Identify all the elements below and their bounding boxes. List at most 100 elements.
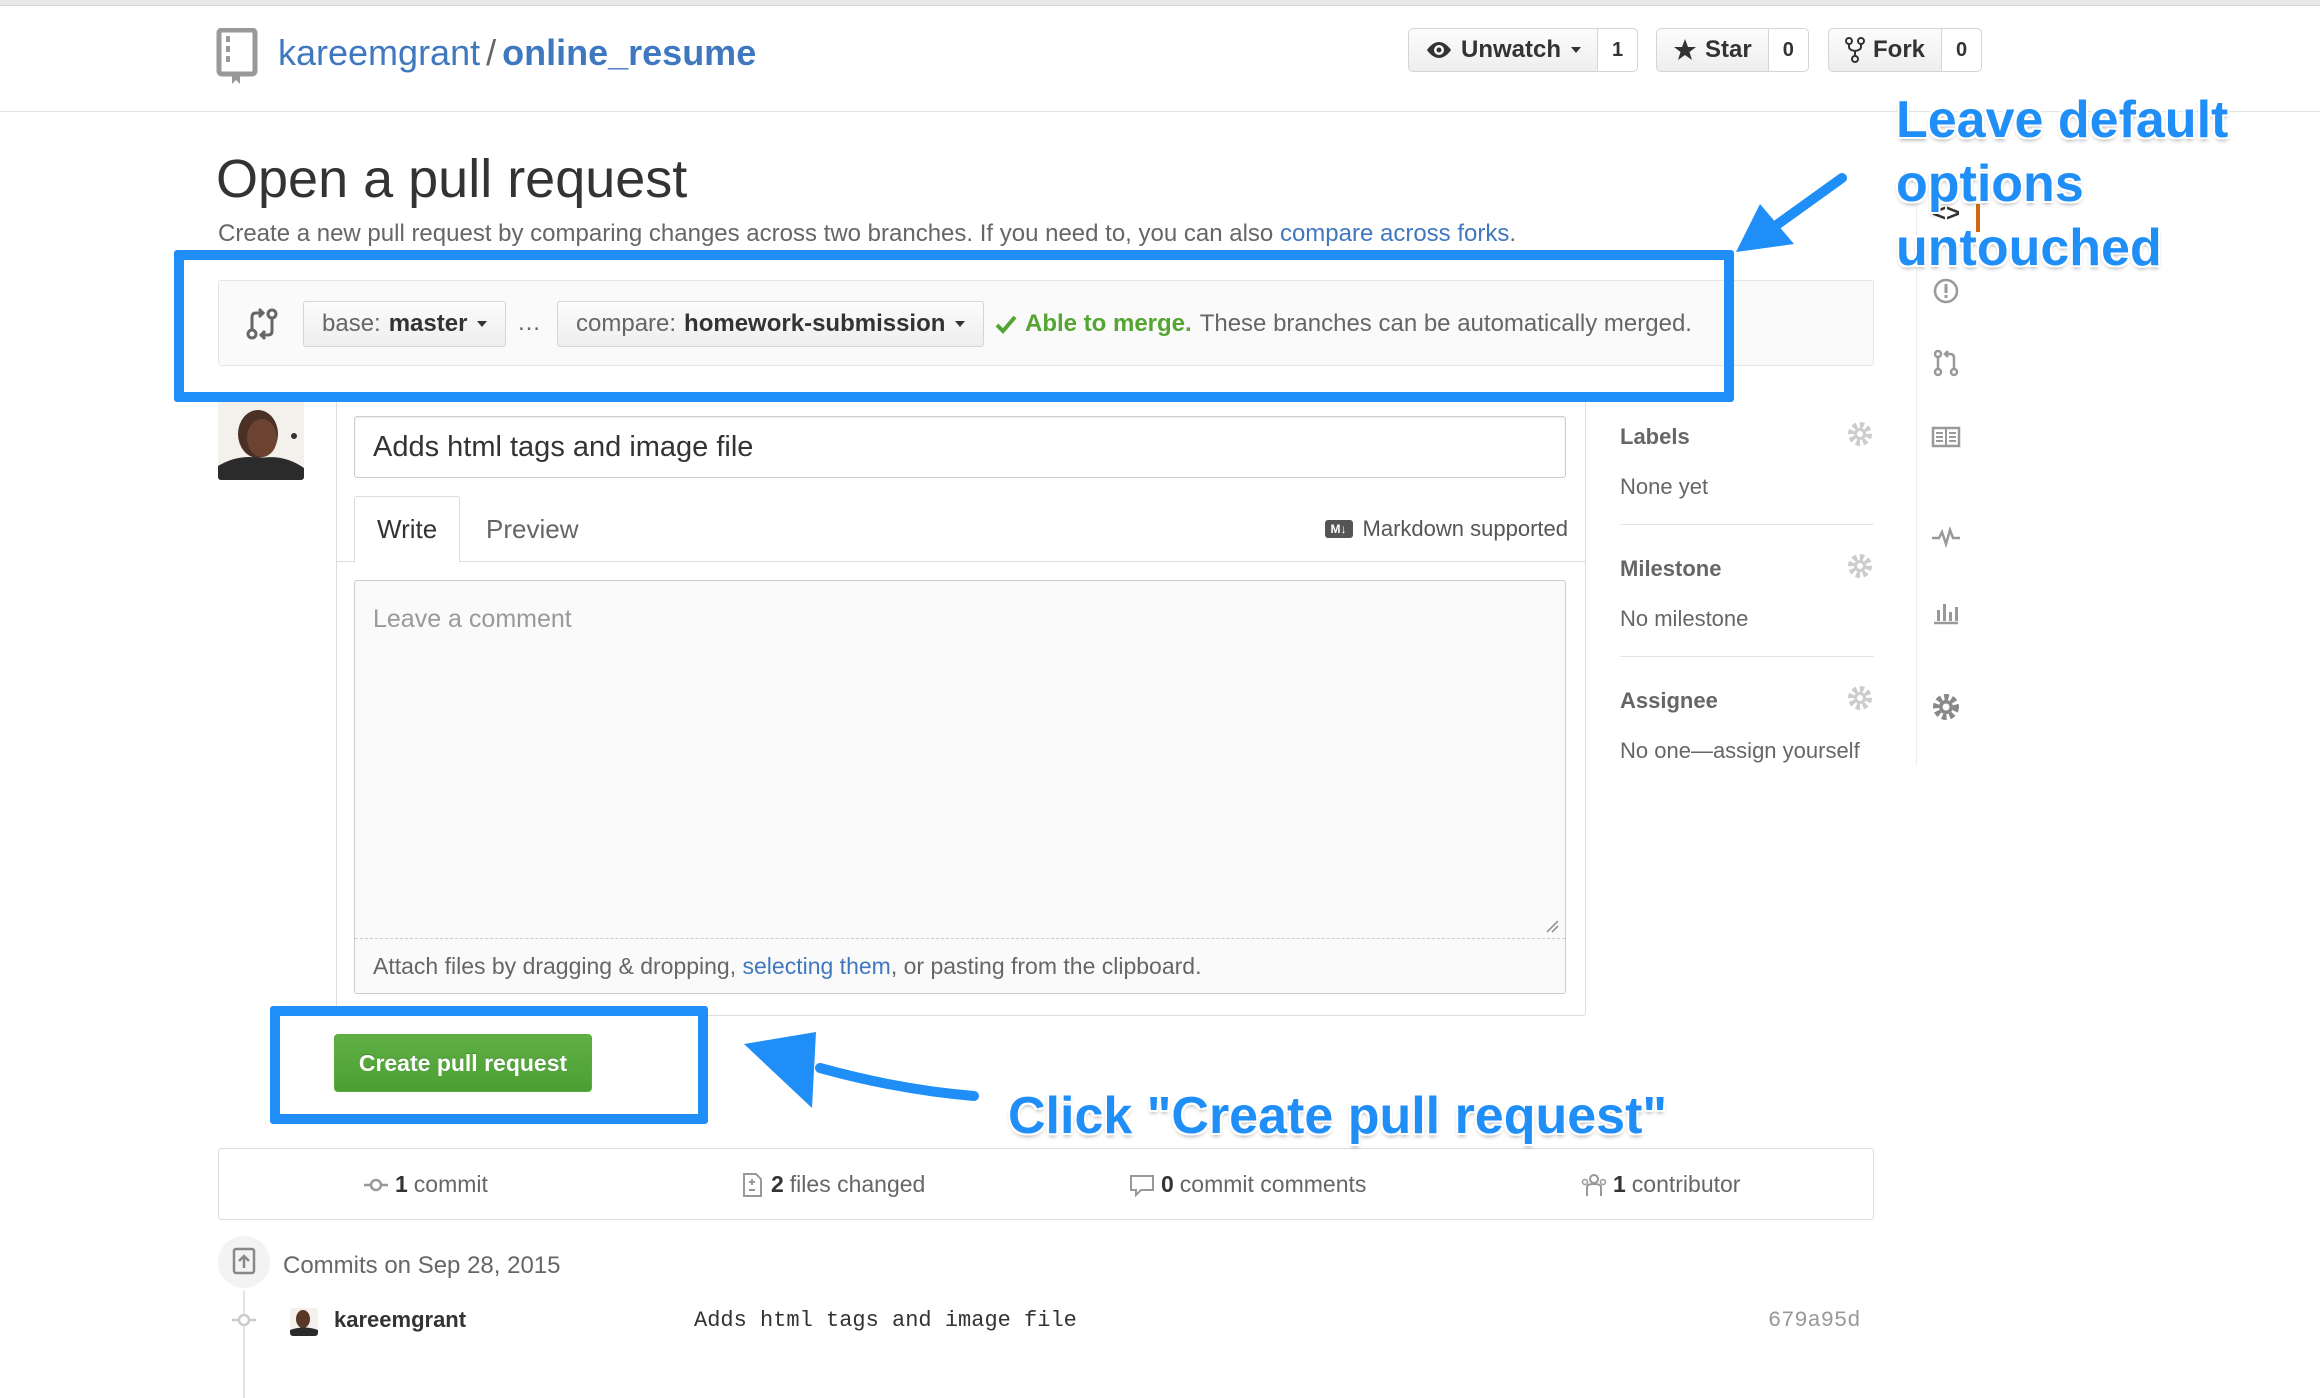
tab-preview[interactable]: Preview <box>464 496 600 562</box>
annotation-line-3: untouched <box>1896 219 2162 277</box>
graphs-icon[interactable] <box>1931 596 1961 626</box>
pr-title-input[interactable]: Adds html tags and image file <box>354 416 1566 478</box>
annotation-click-create: Click "Create pull request" <box>1008 1087 1668 1145</box>
file-diff-icon <box>743 1172 762 1197</box>
repo-push-icon <box>232 1247 256 1275</box>
repo-nav <box>1916 196 1976 766</box>
compare-across-forks-link[interactable]: compare across forks <box>1280 220 1509 247</box>
highlight-box-create-button <box>270 1006 708 1124</box>
annotation-line-2: options <box>1896 155 2084 213</box>
stars-count[interactable]: 0 <box>1768 28 1809 72</box>
forks-count[interactable]: 0 <box>1942 28 1983 72</box>
watch-group: Unwatch 1 <box>1408 28 1639 72</box>
fork-icon <box>1845 37 1865 63</box>
comments-label: commit comments <box>1179 1171 1367 1197</box>
files-label: files changed <box>789 1171 926 1197</box>
sidebar-divider <box>1620 524 1874 525</box>
commits-date-heading: Commits on Sep 28, 2015 <box>283 1252 561 1279</box>
attach-suffix: , or pasting from the clipboard. <box>890 953 1202 979</box>
milestone-value: No milestone <box>1620 606 1749 631</box>
star-button[interactable]: Star <box>1656 28 1769 72</box>
fork-button[interactable]: Fork <box>1828 28 1943 72</box>
comment-icon <box>1130 1174 1154 1197</box>
issues-icon[interactable] <box>1931 276 1961 306</box>
labels-value: None yet <box>1620 474 1709 499</box>
page-description-end: . <box>1509 220 1517 247</box>
markdown-supported-link[interactable]: M↓ Markdown supported <box>1324 516 1568 542</box>
star-group: Star 0 <box>1656 28 1809 72</box>
milestone-gear-icon[interactable] <box>1846 552 1874 580</box>
resize-handle-icon[interactable] <box>1545 919 1559 933</box>
contributors-label: contributor <box>1631 1171 1741 1197</box>
pulse-icon[interactable] <box>1931 522 1961 552</box>
editor-tabs: Write Preview M↓ Markdown supported <box>336 496 1586 563</box>
watchers-count[interactable]: 1 <box>1598 28 1639 72</box>
commit-comments-stat[interactable]: 0 commit comments <box>1129 1171 1366 1198</box>
sidebar-assignee: Assignee No one—assign yourself <box>1620 686 1874 764</box>
contributors-stat[interactable]: 1 contributor <box>1581 1171 1740 1198</box>
commit-node-icon <box>232 1313 256 1327</box>
files-count: 2 <box>771 1171 784 1197</box>
assignee-gear-icon[interactable] <box>1846 684 1874 712</box>
settings-gear-icon[interactable] <box>1931 692 1961 722</box>
labels-gear-icon[interactable] <box>1846 420 1874 448</box>
page-description-text: Create a new pull request by comparing c… <box>218 220 1280 247</box>
unwatch-button[interactable]: Unwatch <box>1408 28 1599 72</box>
comment-box: Leave a comment Attach files by dragging… <box>354 580 1566 994</box>
assignee-value[interactable]: No one—assign yourself <box>1620 738 1874 764</box>
eye-icon <box>1427 42 1451 58</box>
labels-heading: Labels <box>1620 424 1690 449</box>
fork-group: Fork 0 <box>1828 28 1983 72</box>
comment-placeholder: Leave a comment <box>373 605 572 633</box>
attach-files-note: Attach files by dragging & dropping, sel… <box>373 953 1202 980</box>
assignee-heading: Assignee <box>1620 688 1718 713</box>
wiki-icon[interactable] <box>1931 422 1961 452</box>
commit-sha-link[interactable]: 679a95d <box>1768 1308 1860 1333</box>
repo-title: kareemgrant / online_resume <box>278 32 756 74</box>
commits-label: commit <box>413 1171 488 1197</box>
star-label: Star <box>1705 36 1752 63</box>
comments-count: 0 <box>1161 1171 1174 1197</box>
commit-message-link[interactable]: Adds html tags and image file <box>694 1308 1077 1333</box>
attach-prefix: Attach files by dragging & dropping, <box>373 953 743 979</box>
repo-owner-link[interactable]: kareemgrant <box>278 32 480 73</box>
tab-write[interactable]: Write <box>354 496 461 563</box>
commits-stat[interactable]: 1 commit <box>363 1171 488 1198</box>
annotation-arrow-top <box>1736 173 1847 252</box>
page-description: Create a new pull request by comparing c… <box>218 220 1516 248</box>
select-files-link[interactable]: selecting them <box>743 953 891 979</box>
star-icon <box>1674 39 1696 60</box>
comment-textarea[interactable]: Leave a comment <box>355 581 1565 939</box>
commits-count: 1 <box>395 1171 408 1197</box>
commit-author-avatar <box>290 1308 318 1336</box>
pr-stats-bar: 1 commit 2 files changed 0 commit comments … <box>218 1148 1874 1220</box>
sidebar-labels: Labels None yet <box>1620 422 1874 500</box>
highlight-box-compare <box>174 250 1734 402</box>
milestone-heading: Milestone <box>1620 556 1722 581</box>
user-avatar-image <box>218 400 304 480</box>
commit-avatar-image <box>290 1308 318 1336</box>
files-changed-stat[interactable]: 2 files changed <box>739 1171 925 1198</box>
sidebar-milestone: Milestone No milestone <box>1620 554 1874 632</box>
timeline-line <box>243 1290 245 1398</box>
avatar <box>218 400 304 480</box>
repo-book-icon <box>216 28 258 84</box>
markdown-icon: M↓ <box>1324 520 1353 538</box>
sidebar-divider <box>1620 656 1874 657</box>
commit-author-link[interactable]: kareemgrant <box>334 1307 466 1333</box>
unwatch-label: Unwatch <box>1461 36 1562 63</box>
contributors-count: 1 <box>1613 1171 1626 1197</box>
commit-icon <box>364 1178 388 1191</box>
chevron-down-icon <box>1571 47 1582 53</box>
repo-separator: / <box>486 32 497 73</box>
markdown-note-text: Markdown supported <box>1362 516 1568 541</box>
contributors-icon <box>1581 1173 1607 1196</box>
annotation-leave-default: Leave default options untouched <box>1896 88 2228 280</box>
page-title: Open a pull request <box>216 149 688 209</box>
annotation-arrow-bottom <box>744 1032 979 1108</box>
commits-group-icon <box>218 1236 270 1288</box>
annotation-line-1: Leave default <box>1896 91 2229 149</box>
repo-name-link[interactable]: online_resume <box>502 32 756 73</box>
pull-requests-icon[interactable] <box>1931 348 1961 378</box>
fork-label: Fork <box>1873 36 1926 63</box>
